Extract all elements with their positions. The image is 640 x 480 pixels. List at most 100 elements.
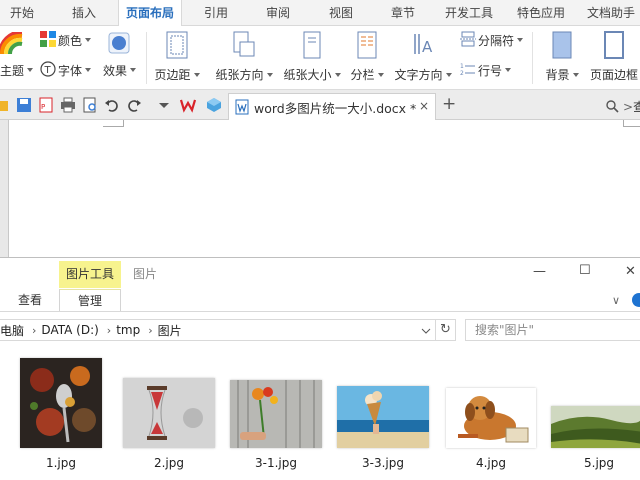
document-tab[interactable]: word多图片统一大小.docx * × — [228, 93, 436, 120]
page-border-label: 页面边框 — [589, 68, 638, 82]
file-name: 3-3.jpg — [362, 456, 404, 470]
ribbon-divider — [532, 32, 533, 84]
font-button[interactable]: T 字体 — [40, 59, 92, 81]
theme-button[interactable]: 主题 — [0, 59, 34, 81]
text-direction-label: 文字方向 — [394, 68, 443, 82]
tab-chapter[interactable]: 章节 — [379, 0, 427, 26]
breadcrumb-tmp[interactable]: tmp — [116, 323, 140, 337]
effects-button[interactable]: 效果 — [103, 59, 137, 81]
quick-search-label: 查 — [633, 100, 640, 114]
redo-icon[interactable] — [126, 97, 142, 113]
font-icon: T — [40, 60, 56, 80]
print-icon[interactable] — [60, 97, 76, 113]
margin-corner-mark — [624, 126, 640, 127]
breaks-icon — [460, 31, 476, 50]
tab-special-apps[interactable]: 特色应用 — [510, 0, 572, 26]
thumbnail-spices — [20, 358, 102, 448]
document-page[interactable] — [8, 120, 640, 257]
margin-corner-mark — [623, 120, 624, 127]
page-border-icon — [604, 31, 624, 59]
file-item[interactable]: 1.jpg — [20, 358, 102, 470]
theme-icon[interactable] — [0, 30, 28, 58]
breadcrumb-data-drive[interactable]: DATA (D:) — [41, 323, 98, 337]
cube-icon[interactable] — [206, 97, 222, 113]
close-tab-icon[interactable]: × — [419, 99, 429, 113]
address-dropdown-icon[interactable] — [421, 325, 431, 339]
thumbnail-landscape — [551, 406, 640, 448]
tab-insert[interactable]: 插入 — [58, 0, 110, 26]
font-label: 字体 — [58, 63, 83, 78]
breadcrumb-separator-icon[interactable]: › — [107, 324, 111, 337]
minimize-icon[interactable]: — — [533, 264, 546, 279]
wps-logo-icon[interactable] — [180, 97, 196, 113]
close-window-icon[interactable]: ✕ — [625, 264, 636, 279]
tab-doc-assistant[interactable]: 文档助手 — [580, 0, 640, 26]
breadcrumb-pictures[interactable]: 图片 — [158, 322, 182, 339]
file-name: 1.jpg — [45, 456, 77, 470]
folder-icon[interactable] — [0, 97, 8, 113]
tab-home[interactable]: 开始 — [0, 0, 44, 26]
colors-button[interactable]: 颜色 — [40, 29, 92, 51]
save-icon[interactable] — [16, 97, 32, 113]
customize-dropdown-icon[interactable] — [156, 97, 172, 113]
picture-tools-context-tab[interactable]: 图片工具 — [59, 261, 121, 288]
orientation-button[interactable]: 纸张方向 — [212, 28, 276, 86]
breadcrumb-this-pc[interactable]: 电脑 — [0, 322, 24, 339]
paper-size-icon — [303, 31, 321, 59]
refresh-icon[interactable]: ↻ — [436, 319, 456, 341]
orientation-label: 纸张方向 — [215, 68, 264, 82]
file-item[interactable]: 3-3.jpg — [337, 358, 429, 470]
orientation-icon — [233, 31, 255, 57]
theme-label: 主题 — [0, 63, 25, 78]
file-item[interactable]: 2.jpg — [123, 358, 215, 470]
chevron-down-icon[interactable]: ∨ — [612, 294, 620, 307]
tab-page-layout[interactable]: 页面布局 — [118, 0, 182, 27]
margins-button[interactable]: 页边距 — [154, 28, 200, 86]
line-numbers-button[interactable]: 12 行号 — [460, 59, 512, 81]
thumbnail-flower — [230, 380, 322, 448]
svg-text:A: A — [422, 38, 433, 56]
margin-corner-mark — [103, 126, 123, 127]
thumbnail-dog — [446, 388, 536, 448]
text-direction-button[interactable]: A 文字方向 — [392, 28, 454, 86]
tab-view[interactable]: 视图 — [317, 0, 365, 26]
paper-size-button[interactable]: 纸张大小 — [280, 28, 344, 86]
background-button[interactable]: 背景 — [540, 28, 584, 86]
page-border-button[interactable]: 页面边框 — [586, 28, 640, 86]
thumbnail-hourglass — [123, 378, 215, 448]
svg-text:2: 2 — [460, 70, 464, 77]
file-item[interactable]: 5.jpg — [551, 358, 640, 470]
export-pdf-icon[interactable]: P — [38, 97, 54, 113]
file-item[interactable]: 3-1.jpg — [230, 358, 322, 470]
tab-view[interactable]: 查看 — [10, 289, 50, 311]
svg-text:T: T — [44, 65, 52, 76]
columns-label: 分栏 — [350, 68, 375, 82]
window-title: 图片 — [133, 267, 158, 281]
tab-developer[interactable]: 开发工具 — [440, 0, 498, 26]
menu-bar: 开始 插入 页面布局 引用 审阅 视图 章节 开发工具 特色应用 文档助手 — [0, 0, 640, 27]
thumbnail-ice-cream — [337, 386, 429, 448]
file-item[interactable]: 4.jpg — [446, 358, 536, 470]
breadcrumb-separator-icon[interactable]: › — [148, 324, 152, 337]
tab-manage[interactable]: 管理 — [59, 289, 121, 312]
margins-label: 页边距 — [154, 68, 191, 82]
address-bar[interactable]: 电脑 › DATA (D:) › tmp › 图片 — [0, 319, 436, 341]
help-icon[interactable] — [632, 293, 640, 307]
new-tab-icon[interactable]: + — [442, 94, 456, 114]
columns-icon — [357, 31, 377, 59]
line-numbers-icon: 12 — [460, 61, 476, 80]
file-explorer-window: 图片工具 图片 — ☐ ✕ 查看 管理 ∨ 电脑 › DATA (D:) › t… — [0, 257, 640, 480]
tab-review[interactable]: 审阅 — [254, 0, 302, 26]
margin-corner-mark — [123, 120, 124, 127]
search-input[interactable]: 搜索"图片" — [465, 319, 640, 341]
print-preview-icon[interactable] — [82, 97, 98, 113]
background-icon — [552, 31, 572, 59]
undo-icon[interactable] — [104, 97, 120, 113]
quick-search[interactable]: > 查 — [606, 98, 640, 115]
effects-icon[interactable] — [108, 32, 130, 54]
tab-references[interactable]: 引用 — [192, 0, 240, 26]
breadcrumb-separator-icon[interactable]: › — [32, 324, 36, 337]
maximize-icon[interactable]: ☐ — [579, 263, 591, 278]
breaks-button[interactable]: 分隔符 — [460, 29, 524, 51]
columns-button[interactable]: 分栏 — [348, 28, 386, 86]
